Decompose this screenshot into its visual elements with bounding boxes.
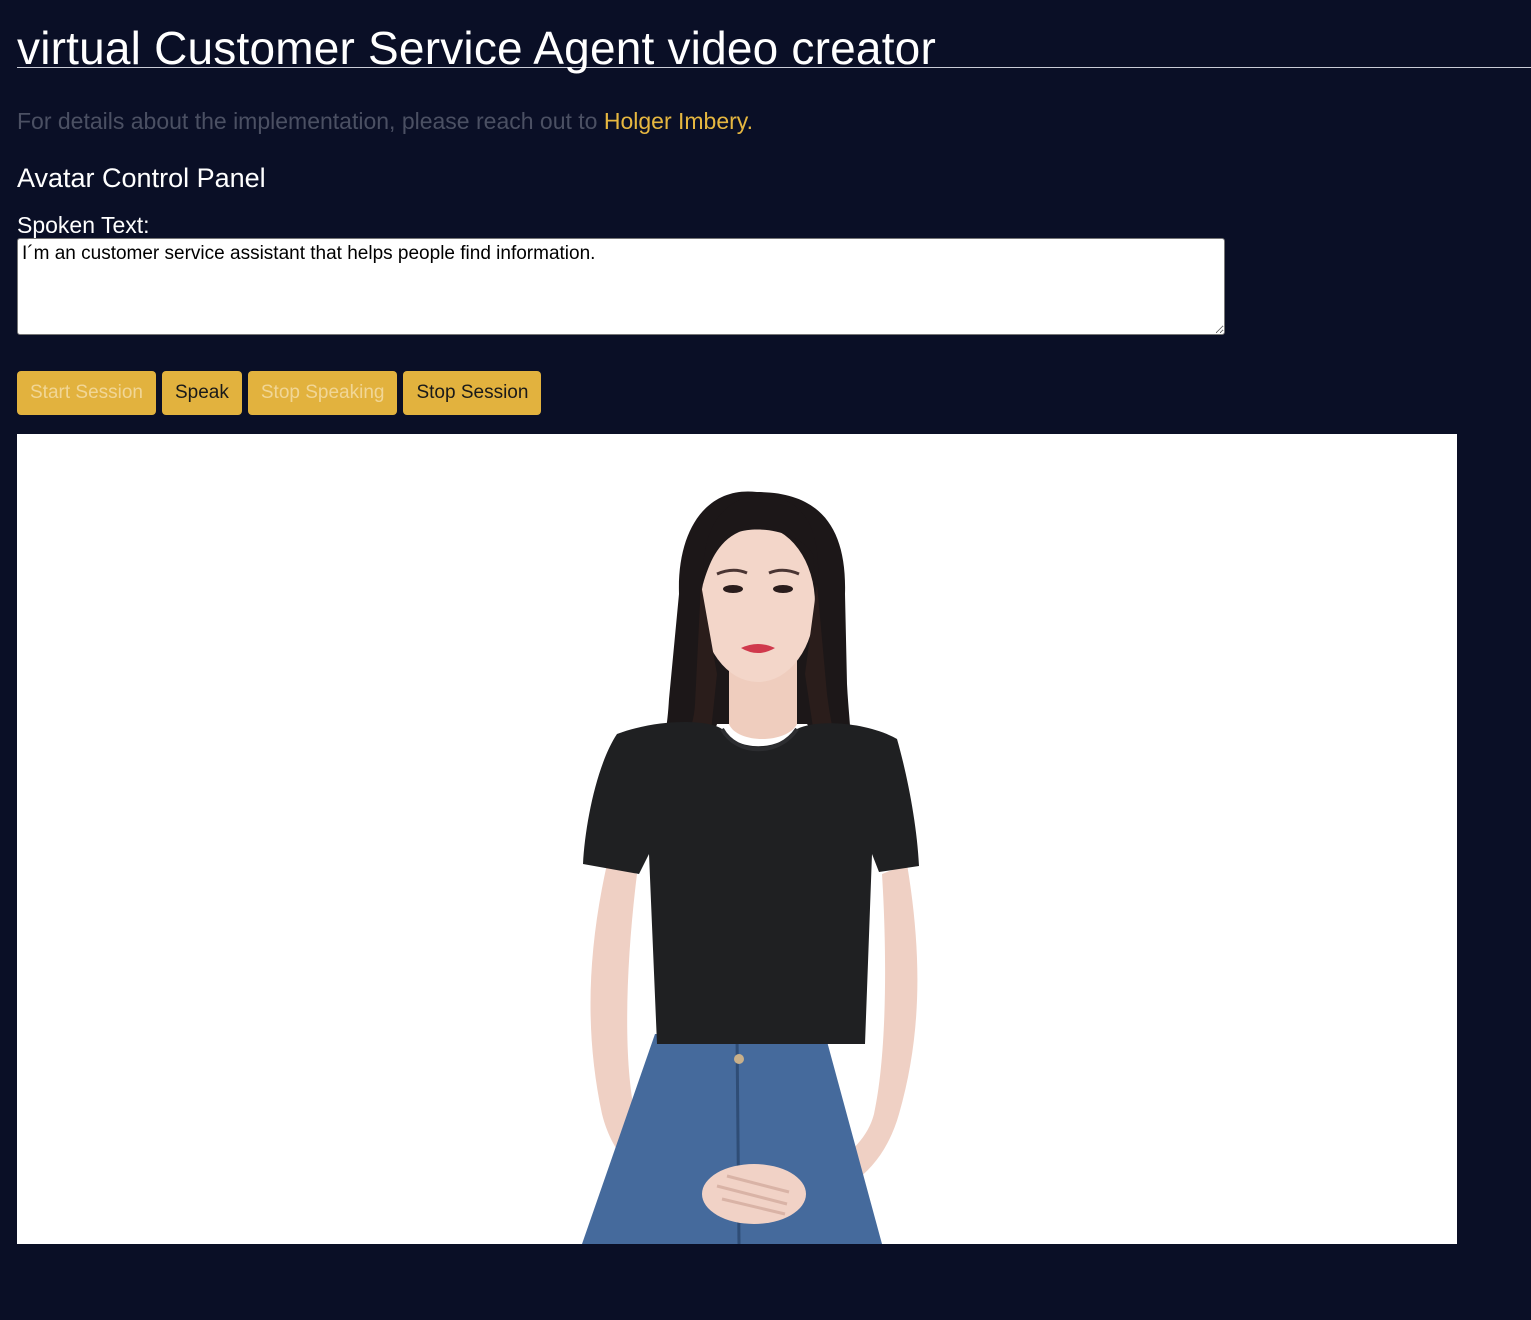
start-session-button[interactable]: Start Session bbox=[17, 371, 156, 415]
avatar-eye-right bbox=[773, 585, 793, 593]
page: virtual Customer Service Agent video cre… bbox=[0, 0, 1531, 1320]
speak-button[interactable]: Speak bbox=[162, 371, 242, 415]
intro-text: For details about the implementation, pl… bbox=[17, 106, 1531, 136]
control-panel-heading: Avatar Control Panel bbox=[17, 163, 266, 193]
stop-speaking-button[interactable]: Stop Speaking bbox=[247, 371, 398, 415]
avatar-figure bbox=[582, 491, 919, 1244]
page-title: virtual Customer Service Agent video cre… bbox=[17, 22, 936, 74]
avatar-eye-left bbox=[723, 585, 743, 593]
intro-sentence: For details about the implementation, pl… bbox=[17, 108, 604, 134]
spoken-text-input[interactable]: I´m an customer service assistant that h… bbox=[17, 238, 1225, 335]
button-row: Start Session Speak Stop Speaking Stop S… bbox=[17, 371, 1531, 415]
avatar-jeans-button bbox=[734, 1054, 744, 1064]
spoken-text-label: Spoken Text: bbox=[17, 212, 150, 238]
contact-link[interactable]: Holger Imbery. bbox=[604, 108, 753, 134]
avatar-video bbox=[17, 434, 1457, 1244]
stop-session-button[interactable]: Stop Session bbox=[403, 371, 542, 415]
